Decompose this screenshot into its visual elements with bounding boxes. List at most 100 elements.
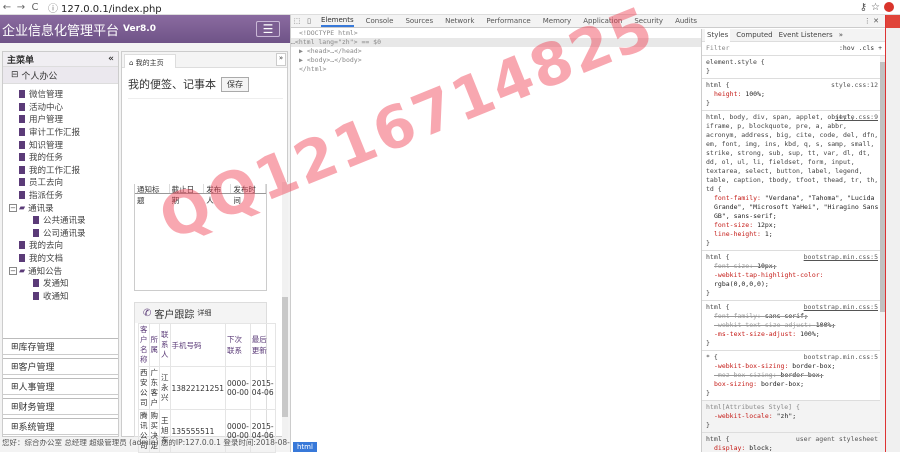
css-source-link[interactable]: bootstrap.min.css:5 — [804, 253, 878, 262]
sidebar-item[interactable]: 公共通讯录 — [9, 214, 118, 227]
css-property[interactable]: display: block; — [706, 444, 882, 452]
sidebar-group[interactable]: ⊞ 人事管理 — [3, 378, 118, 395]
property-value: 100%; — [800, 330, 820, 338]
property-name: line-height — [714, 230, 758, 238]
tab-audits[interactable]: Audits — [675, 17, 697, 25]
styles-tab[interactable]: » — [839, 31, 843, 40]
css-selector: element.style { — [706, 58, 765, 66]
table-cell: 腾讯公司 — [138, 409, 150, 453]
sidebar-item[interactable]: 员工去向 — [9, 176, 118, 189]
css-source-link[interactable]: user agent stylesheet — [796, 435, 878, 444]
sidebar-group[interactable]: ⊞ 财务管理 — [3, 398, 118, 415]
styles-tab[interactable]: Event Listeners — [779, 31, 833, 40]
css-property[interactable]: -moz-box-sizing: border-box; — [706, 371, 882, 380]
group-personal-office[interactable]: ⊟ 个人办公 — [3, 67, 118, 84]
css-property[interactable]: box-sizing: border-box; — [706, 380, 882, 389]
css-property[interactable]: font-size: 12px; — [706, 221, 882, 230]
notepad-textarea[interactable] — [128, 98, 283, 170]
css-property[interactable]: line-height: 1; — [706, 230, 882, 239]
collapse-icon[interactable]: « — [108, 54, 114, 64]
property-value: 10px; — [757, 262, 777, 270]
star-icon[interactable]: ☆ — [871, 2, 880, 13]
css-source-link[interactable]: style.css:9 — [835, 113, 878, 122]
css-property[interactable]: -webkit-box-sizing: border-box; — [706, 362, 882, 371]
dom-node[interactable]: ▶ <head>…</head> — [299, 47, 701, 56]
sidebar-item[interactable]: 活动中心 — [9, 101, 118, 114]
tab-home[interactable]: ⌂ 我的主页 — [124, 54, 176, 68]
tab-memory[interactable]: Memory — [543, 17, 571, 25]
folder-open-icon: ▰ — [19, 266, 26, 276]
sidebar-group[interactable]: ⊞ 客户管理 — [3, 358, 118, 375]
styles-tab[interactable]: Computed — [736, 31, 772, 40]
breadcrumb[interactable]: html — [293, 442, 317, 452]
inspect-icon[interactable]: ⬚ — [291, 17, 303, 25]
css-source-link[interactable]: bootstrap.min.css:5 — [804, 353, 878, 362]
css-source-link[interactable]: bootstrap.min.css:5 — [804, 303, 878, 312]
tab-elements[interactable]: Elements — [321, 16, 354, 27]
css-property[interactable]: -webkit-text-size-adjust: 100%; — [706, 321, 882, 330]
customer-panel: ✆ 客户跟踪 详细 客户名称 所属 联系人 手机号码 下次联系 最后更新 西安公司 广东客户 江永兴… — [134, 302, 276, 453]
table-row[interactable]: 腾讯公司 购买决定 王旭东 135555511 0000-00-00 2015-04-06 — [138, 409, 276, 453]
tab-application[interactable]: Application — [583, 17, 622, 25]
css-property[interactable]: -ms-text-size-adjust: 100%; — [706, 330, 882, 339]
sidebar-item[interactable]: 微信管理 — [9, 88, 118, 101]
styles-tab[interactable]: Styles — [705, 29, 731, 42]
save-button[interactable]: 保存 — [221, 76, 249, 92]
dom-node[interactable]: <!DOCTYPE html> — [299, 29, 701, 38]
css-property[interactable]: height: 100%; — [706, 90, 882, 99]
css-property[interactable]: font-family: "Verdana", "Tahoma", "Lucid… — [706, 194, 882, 221]
close-icon[interactable]: ⋮ ✕ — [864, 17, 879, 25]
minus-box-icon[interactable]: − — [9, 203, 17, 212]
address-bar[interactable]: ⓘ 127.0.0.1/index.php — [48, 0, 860, 15]
css-source-link[interactable]: style.css:12 — [831, 81, 878, 90]
filter-tools[interactable]: :hov .cls + — [839, 44, 882, 53]
dom-node[interactable]: ▶ <body>…</body> — [299, 56, 701, 65]
sidebar-item[interactable]: 我的任务 — [9, 151, 118, 164]
menu-toggle-button[interactable]: ☰ — [256, 21, 280, 37]
sidebar-item[interactable]: 我的工作汇报 — [9, 164, 118, 177]
key-icon[interactable]: ⚷ — [860, 2, 867, 13]
tab-security[interactable]: Security — [634, 17, 663, 25]
devtools: ⬚ ▯ Elements Console Sources Network Perform… — [290, 15, 886, 452]
sidebar-group[interactable]: ⊞ 库存管理 — [3, 338, 118, 355]
sidebar-item[interactable]: 审计工作汇报 — [9, 126, 118, 139]
notepad-title: 我的便签、记事本 — [128, 78, 216, 91]
minus-box-icon: ⊟ — [11, 70, 22, 80]
sidebar-item[interactable]: − ▰ 通知公告 — [9, 264, 118, 277]
sidebar-group[interactable]: ⊞ 系统管理 — [3, 418, 118, 435]
sidebar-item[interactable]: − ▰ 通讯录 — [9, 201, 118, 214]
tab-performance[interactable]: Performance — [486, 17, 530, 25]
tab-sources[interactable]: Sources — [405, 17, 433, 25]
more-link[interactable]: 详细 — [197, 308, 211, 318]
filter-input[interactable]: Filter — [706, 44, 729, 53]
device-icon[interactable]: ▯ — [303, 17, 315, 25]
css-property[interactable]: font-size: 10px; — [706, 262, 882, 271]
dom-node[interactable]: …<html lang="zh"> == $0 — [291, 38, 701, 47]
tab-network[interactable]: Network — [445, 17, 474, 25]
back-icon[interactable]: ← — [0, 2, 14, 13]
css-property[interactable]: font-family: sans-serif; — [706, 312, 882, 321]
sidebar-item[interactable]: 公司通讯录 — [9, 227, 118, 240]
scrollbar[interactable] — [282, 182, 288, 438]
sidebar-item[interactable]: 发通知 — [9, 277, 118, 290]
sidebar-item[interactable]: 知识管理 — [9, 138, 118, 151]
table-row[interactable]: 西安公司 广东客户 江永兴 13822121251 0000-00-00 2015-04-… — [138, 366, 276, 410]
sidebar-item[interactable]: 我的文档 — [9, 252, 118, 265]
minus-box-icon[interactable]: − — [9, 266, 17, 275]
sidebar-item[interactable]: 指派任务 — [9, 189, 118, 202]
chevron-down-icon[interactable]: » — [276, 53, 286, 66]
extension-icon[interactable] — [884, 2, 894, 12]
css-property[interactable]: -webkit-locale: "zh"; — [706, 412, 882, 421]
property-name: -webkit-tap-highlight-color — [714, 271, 820, 279]
dom-node[interactable]: </html> — [299, 65, 701, 74]
property-value: 12px; — [757, 221, 777, 229]
forward-icon[interactable]: → — [14, 2, 28, 13]
sidebar-item[interactable]: 我的去向 — [9, 239, 118, 252]
file-icon — [19, 140, 25, 149]
tab-console[interactable]: Console — [366, 17, 394, 25]
table-cell: 广东客户 — [148, 366, 160, 410]
sidebar-item[interactable]: 收通知 — [9, 290, 118, 303]
reload-icon[interactable]: C — [28, 2, 42, 13]
css-property[interactable]: -webkit-tap-highlight-color: rgba(0,0,0,… — [706, 271, 882, 289]
sidebar-item[interactable]: 用户管理 — [9, 113, 118, 126]
